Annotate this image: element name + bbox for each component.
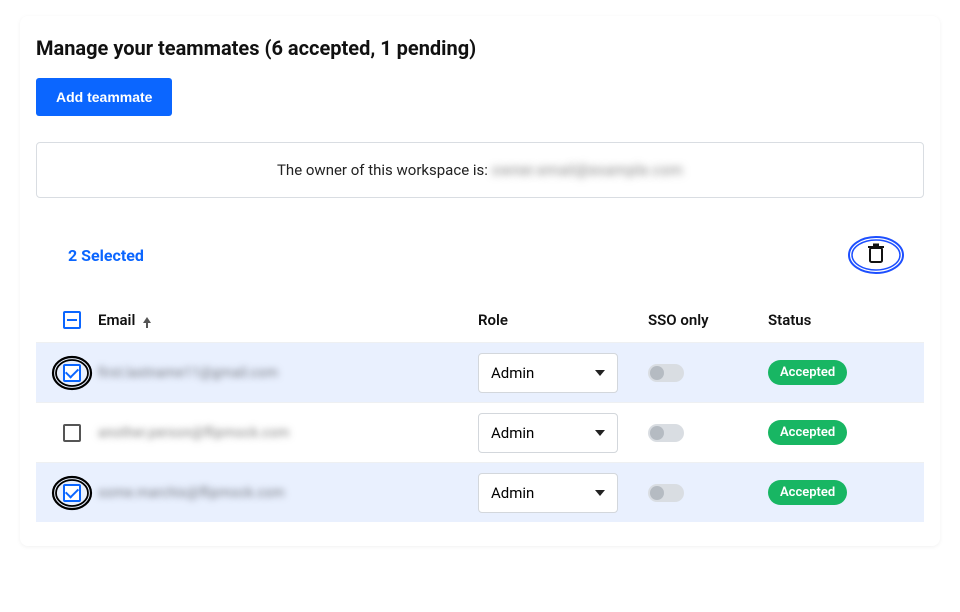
column-role[interactable]: Role [478,311,648,329]
table-header-row: Email Role SSO only Status [36,298,924,342]
column-status[interactable]: Status [768,311,928,329]
sso-toggle[interactable] [648,364,684,382]
row-checkbox[interactable] [63,364,81,382]
table-row: first.lastname11@gmail.com Admin Accepte… [36,342,924,402]
table-row: some.marchis@flipmock.com Admin Accepted [36,462,924,522]
teammates-panel: Manage your teammates (6 accepted, 1 pen… [20,16,940,546]
status-badge: Accepted [768,360,847,385]
column-sso[interactable]: SSO only [648,311,768,329]
select-all-checkbox[interactable] [63,311,81,329]
owner-notice-prefix: The owner of this workspace is: [277,161,492,179]
chevron-down-icon [595,490,605,496]
sso-toggle[interactable] [648,484,684,502]
owner-email-masked: owner.email@example.com [492,161,683,179]
role-select[interactable]: Admin [478,353,618,393]
delete-selected-button[interactable] [862,239,890,272]
role-select[interactable]: Admin [478,473,618,513]
status-badge: Accepted [768,480,847,505]
table-row: another.person@flipmock.com Admin Accept… [36,402,924,462]
role-value: Admin [491,424,534,442]
add-teammate-button[interactable]: Add teammate [36,78,172,116]
column-email[interactable]: Email [98,311,478,329]
sort-asc-icon [143,317,151,323]
trash-icon [866,243,886,265]
page-title: Manage your teammates (6 accepted, 1 pen… [36,36,924,60]
chevron-down-icon [595,370,605,376]
role-value: Admin [491,364,534,382]
role-value: Admin [491,484,534,502]
role-select[interactable]: Admin [478,413,618,453]
sso-toggle[interactable] [648,424,684,442]
row-email-masked: some.marchis@flipmock.com [98,485,478,501]
row-checkbox[interactable] [63,424,81,442]
status-badge: Accepted [768,420,847,445]
selection-count: 2 Selected [68,246,144,265]
row-email-masked: first.lastname11@gmail.com [98,365,478,381]
owner-notice: The owner of this workspace is: owner.em… [36,142,924,198]
row-email-masked: another.person@flipmock.com [98,425,478,441]
chevron-down-icon [595,430,605,436]
column-email-label: Email [98,311,135,329]
row-checkbox[interactable] [63,484,81,502]
